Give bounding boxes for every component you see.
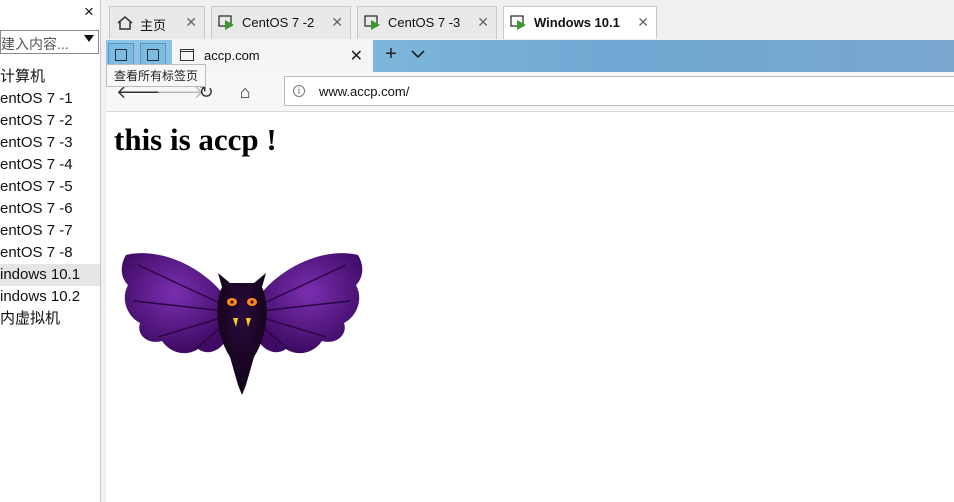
tabs-icon xyxy=(115,49,127,61)
tab-label: 主页 xyxy=(140,18,167,33)
tree-item-computer[interactable]: 计算机 xyxy=(0,66,100,88)
page-icon xyxy=(180,49,194,61)
home-button[interactable]: ⌂ xyxy=(235,82,255,102)
tab-label: CentOS 7 -3 xyxy=(388,15,461,30)
tab-windows-10-1[interactable]: Windows 10.1 ✕ xyxy=(503,6,657,39)
edge-browser: accp.com ✕ + 查看所有标签页 🡐 🡒 ↻ ⌂ i www.accp.… xyxy=(106,40,954,502)
library-search-input[interactable]: 建入内容... xyxy=(0,30,99,54)
new-tab-button[interactable]: + xyxy=(381,44,401,65)
address-url: www.accp.com/ xyxy=(319,84,410,99)
tree-item-windows-10-1[interactable]: indows 10.1 xyxy=(0,264,100,286)
tab-centos-3[interactable]: CentOS 7 -3 ✕ xyxy=(357,6,497,39)
chevron-down-icon[interactable] xyxy=(411,49,425,59)
close-icon[interactable]: ✕ xyxy=(185,14,197,31)
navigation-bar: 🡐 🡒 ↻ ⌂ i www.accp.com/ xyxy=(106,72,954,112)
tree-item-centos-8[interactable]: entOS 7 -8 xyxy=(0,242,100,264)
workstation-tab-strip: 主页 ✕ CentOS 7 -2 ✕ CentOS 7 -3 ✕ Windows… xyxy=(101,0,954,40)
close-library-button[interactable]: × xyxy=(80,3,98,21)
tab-label: Windows 10.1 xyxy=(534,15,620,30)
tree-item-centos-2[interactable]: entOS 7 -2 xyxy=(0,110,100,132)
browser-tab-title: accp.com xyxy=(204,48,260,63)
tab-label: CentOS 7 -2 xyxy=(242,15,315,30)
vm-running-icon xyxy=(364,15,380,30)
vm-tree: 计算机 entOS 7 -1 entOS 7 -2 entOS 7 -3 ent… xyxy=(0,66,100,330)
tree-item-centos-5[interactable]: entOS 7 -5 xyxy=(0,176,100,198)
home-icon xyxy=(117,16,133,30)
vm-running-icon xyxy=(510,15,526,30)
set-aside-icon xyxy=(147,49,159,61)
tree-item-windows-10-2[interactable]: indows 10.2 xyxy=(0,286,100,308)
page-content: this is accp ! xyxy=(106,112,954,502)
close-icon[interactable]: ✕ xyxy=(637,14,649,31)
tree-item-shared-vms[interactable]: 内虚拟机 xyxy=(0,308,100,330)
close-icon[interactable]: ✕ xyxy=(331,14,343,31)
tree-item-centos-7[interactable]: entOS 7 -7 xyxy=(0,220,100,242)
close-tab-icon[interactable]: ✕ xyxy=(350,46,363,66)
close-icon[interactable]: ✕ xyxy=(477,14,489,31)
tree-item-centos-3[interactable]: entOS 7 -3 xyxy=(0,132,100,154)
tree-item-centos-1[interactable]: entOS 7 -1 xyxy=(0,88,100,110)
library-panel: × 建入内容... 计算机 entOS 7 -1 entOS 7 -2 entO… xyxy=(0,0,101,502)
edge-tab-bar: accp.com ✕ + 查看所有标签页 xyxy=(106,40,954,87)
tab-home[interactable]: 主页 ✕ xyxy=(109,6,205,39)
info-icon[interactable]: i xyxy=(293,85,305,97)
vm-running-icon xyxy=(218,15,234,30)
page-heading: this is accp ! xyxy=(114,122,277,157)
address-bar[interactable]: i www.accp.com/ xyxy=(284,76,954,106)
tab-centos-2[interactable]: CentOS 7 -2 ✕ xyxy=(211,6,351,39)
chevron-down-icon[interactable] xyxy=(84,35,94,42)
tree-item-centos-4[interactable]: entOS 7 -4 xyxy=(0,154,100,176)
bat-image xyxy=(121,253,363,395)
search-placeholder: 建入内容... xyxy=(1,36,69,52)
tree-item-centos-6[interactable]: entOS 7 -6 xyxy=(0,198,100,220)
tooltip: 查看所有标签页 xyxy=(106,64,207,87)
